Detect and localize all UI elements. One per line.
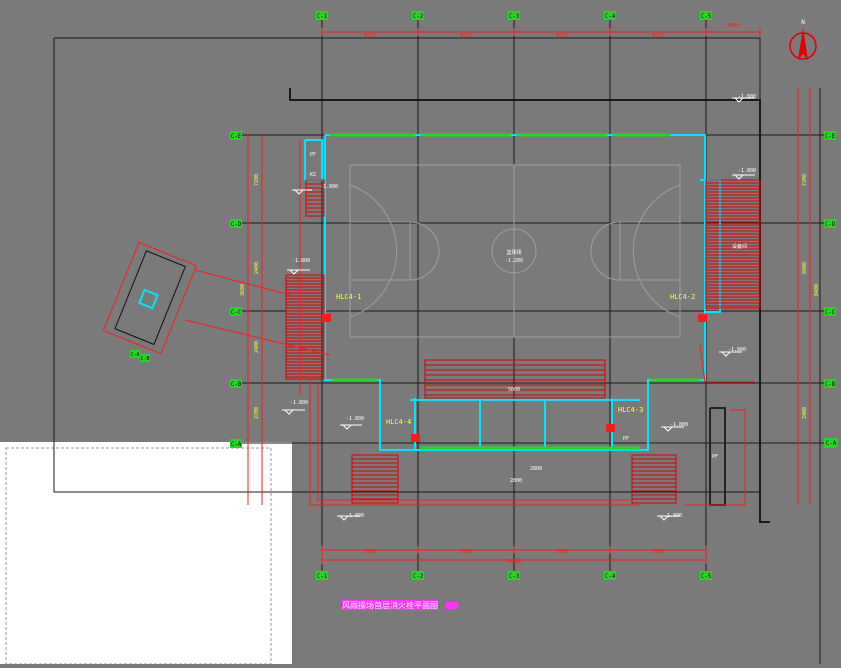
level-7: -1.800 bbox=[728, 347, 746, 353]
grid-labels-right: C-E C-D C-C C-B C-A bbox=[824, 131, 836, 448]
grid-label-top-2: C-2 bbox=[413, 13, 424, 20]
dim-right-4: 2400 bbox=[802, 407, 808, 419]
level-markers: -1.800 -1.800 -1.800 -1.800 -1.800 -1.80… bbox=[282, 94, 756, 521]
cad-drawing-canvas[interactable]: HLC4-1 HLC4-2 HLC4-3 HLC4-4 C-1 C-2 C-3 … bbox=[0, 0, 841, 665]
grid-label-right-1: C-E bbox=[825, 133, 836, 140]
level-5: -1.800 bbox=[346, 513, 364, 519]
hydrant-1[interactable]: HLC4-1 bbox=[322, 293, 361, 322]
grid-label-bottom-5: C-5 bbox=[701, 573, 712, 580]
grid-labels-top: C-1 C-2 C-3 C-4 C-5 bbox=[316, 11, 712, 20]
dim-left-5: 2700 bbox=[254, 407, 260, 419]
grid-label-bottom-2: C-2 bbox=[413, 573, 424, 580]
level-1: -1.800 bbox=[320, 184, 338, 190]
dim-bottom-3: 8700 bbox=[556, 549, 568, 555]
dim-left-2: 2400 bbox=[254, 262, 260, 274]
dimension-text-right: 7200 8400 8400 2400 bbox=[802, 174, 820, 419]
dim-top-3: 8700 bbox=[556, 33, 568, 39]
annex-building bbox=[102, 241, 198, 355]
level-6: -1.800 bbox=[738, 168, 756, 174]
grid-label-extra: C-A bbox=[826, 440, 837, 447]
hydrant-1-label: HLC4-1 bbox=[336, 293, 361, 301]
drawing-title: 风雨操场首层消火栓平面图 bbox=[342, 600, 438, 610]
dim-left-3: 3600 bbox=[240, 284, 246, 296]
note-3: 2800 bbox=[510, 478, 522, 484]
grid-label-left-4: C-B bbox=[231, 381, 242, 388]
room-label-1: PF bbox=[310, 152, 316, 158]
grid-label-right-2: C-D bbox=[825, 221, 836, 228]
dim-top-2: 8700 bbox=[460, 33, 472, 39]
dim-right-1: 7200 bbox=[802, 174, 808, 186]
grid-label-bottom-1: C-1 bbox=[317, 573, 328, 580]
level-9: -1.800 bbox=[664, 513, 682, 519]
dim-top-4: 8700 bbox=[652, 33, 664, 39]
hydrant-2-label: HLC4-2 bbox=[670, 293, 695, 301]
note-1: 5000 bbox=[508, 387, 520, 393]
level-10: -1.800 bbox=[738, 94, 756, 100]
compass-label: N bbox=[801, 19, 805, 26]
note-2: 2800 bbox=[530, 466, 542, 472]
drawing-title-block: 风雨操场首层消火栓平面图 bbox=[342, 600, 458, 610]
level-2: -1.800 bbox=[292, 258, 310, 264]
room-label-2: KS bbox=[310, 172, 316, 178]
dim-bottom-4: 8700 bbox=[652, 549, 664, 555]
grid-label-right-4: C-B bbox=[825, 381, 836, 388]
grid-label-left-1: C-E bbox=[231, 133, 242, 140]
court-level: -1.200 bbox=[505, 258, 523, 264]
room-label-3: PF bbox=[623, 436, 629, 442]
level-3: -1.800 bbox=[290, 400, 308, 406]
dim-left-4: 2400 bbox=[254, 341, 260, 353]
dim-right-2: 8400 bbox=[802, 262, 808, 274]
grid-label-left-2: C-D bbox=[231, 221, 242, 228]
grid-labels-bottom: C-1 C-2 C-3 C-4 C-5 bbox=[316, 571, 712, 580]
grid-label-top-3: C-3 bbox=[509, 13, 520, 20]
room-label-5: PF bbox=[712, 454, 718, 460]
grid-label-annex-1: C-A bbox=[130, 352, 139, 358]
court-label: 篮球场 bbox=[506, 249, 521, 256]
dim-left-1: 7200 bbox=[254, 174, 260, 186]
dim-right-3: 8400 bbox=[814, 284, 820, 296]
grid-label-left-3: C-C bbox=[231, 309, 242, 316]
grid-label-annex-2: C-B bbox=[140, 356, 149, 362]
dimension-text-left: 7200 2400 3600 2400 2700 bbox=[240, 174, 260, 419]
level-8: -1.800 bbox=[670, 422, 688, 428]
floor-plan: HLC4-1 HLC4-2 HLC4-3 HLC4-4 C-1 C-2 C-3 … bbox=[0, 11, 838, 665]
window-openings bbox=[330, 133, 700, 450]
north-compass-icon: N bbox=[789, 19, 817, 60]
dim-bottom-1: 8700 bbox=[364, 549, 376, 555]
dim-bottom-total: 34800 bbox=[506, 559, 521, 565]
grid-label-right-3: C-C bbox=[825, 309, 836, 316]
grid-label-left-5: C-A bbox=[231, 441, 242, 448]
room-label-4: 设备间 bbox=[732, 243, 747, 250]
grid-label-top-5: C-5 bbox=[701, 13, 712, 20]
level-4: -1.800 bbox=[346, 416, 364, 422]
dim-bottom-2: 8700 bbox=[460, 549, 472, 555]
hydrant-4-label: HLC4-4 bbox=[386, 418, 411, 426]
grid-label-top-1: C-1 bbox=[317, 13, 328, 20]
dimension-text-top: 8700 8700 8700 8700 4800 bbox=[364, 23, 739, 39]
dim-top-1: 8700 bbox=[364, 33, 376, 39]
grid-label-bottom-3: C-3 bbox=[509, 573, 520, 580]
site-boundary-inner bbox=[289, 88, 770, 523]
hydrant-2[interactable]: HLC4-2 bbox=[670, 293, 707, 322]
grid-label-top-4: C-4 bbox=[605, 13, 616, 20]
dim-top-5: 4800 bbox=[727, 23, 739, 29]
grid-label-bottom-4: C-4 bbox=[605, 573, 616, 580]
hydrant-3-label: HLC4-3 bbox=[618, 406, 643, 414]
stair-seating-hatches bbox=[285, 179, 761, 504]
